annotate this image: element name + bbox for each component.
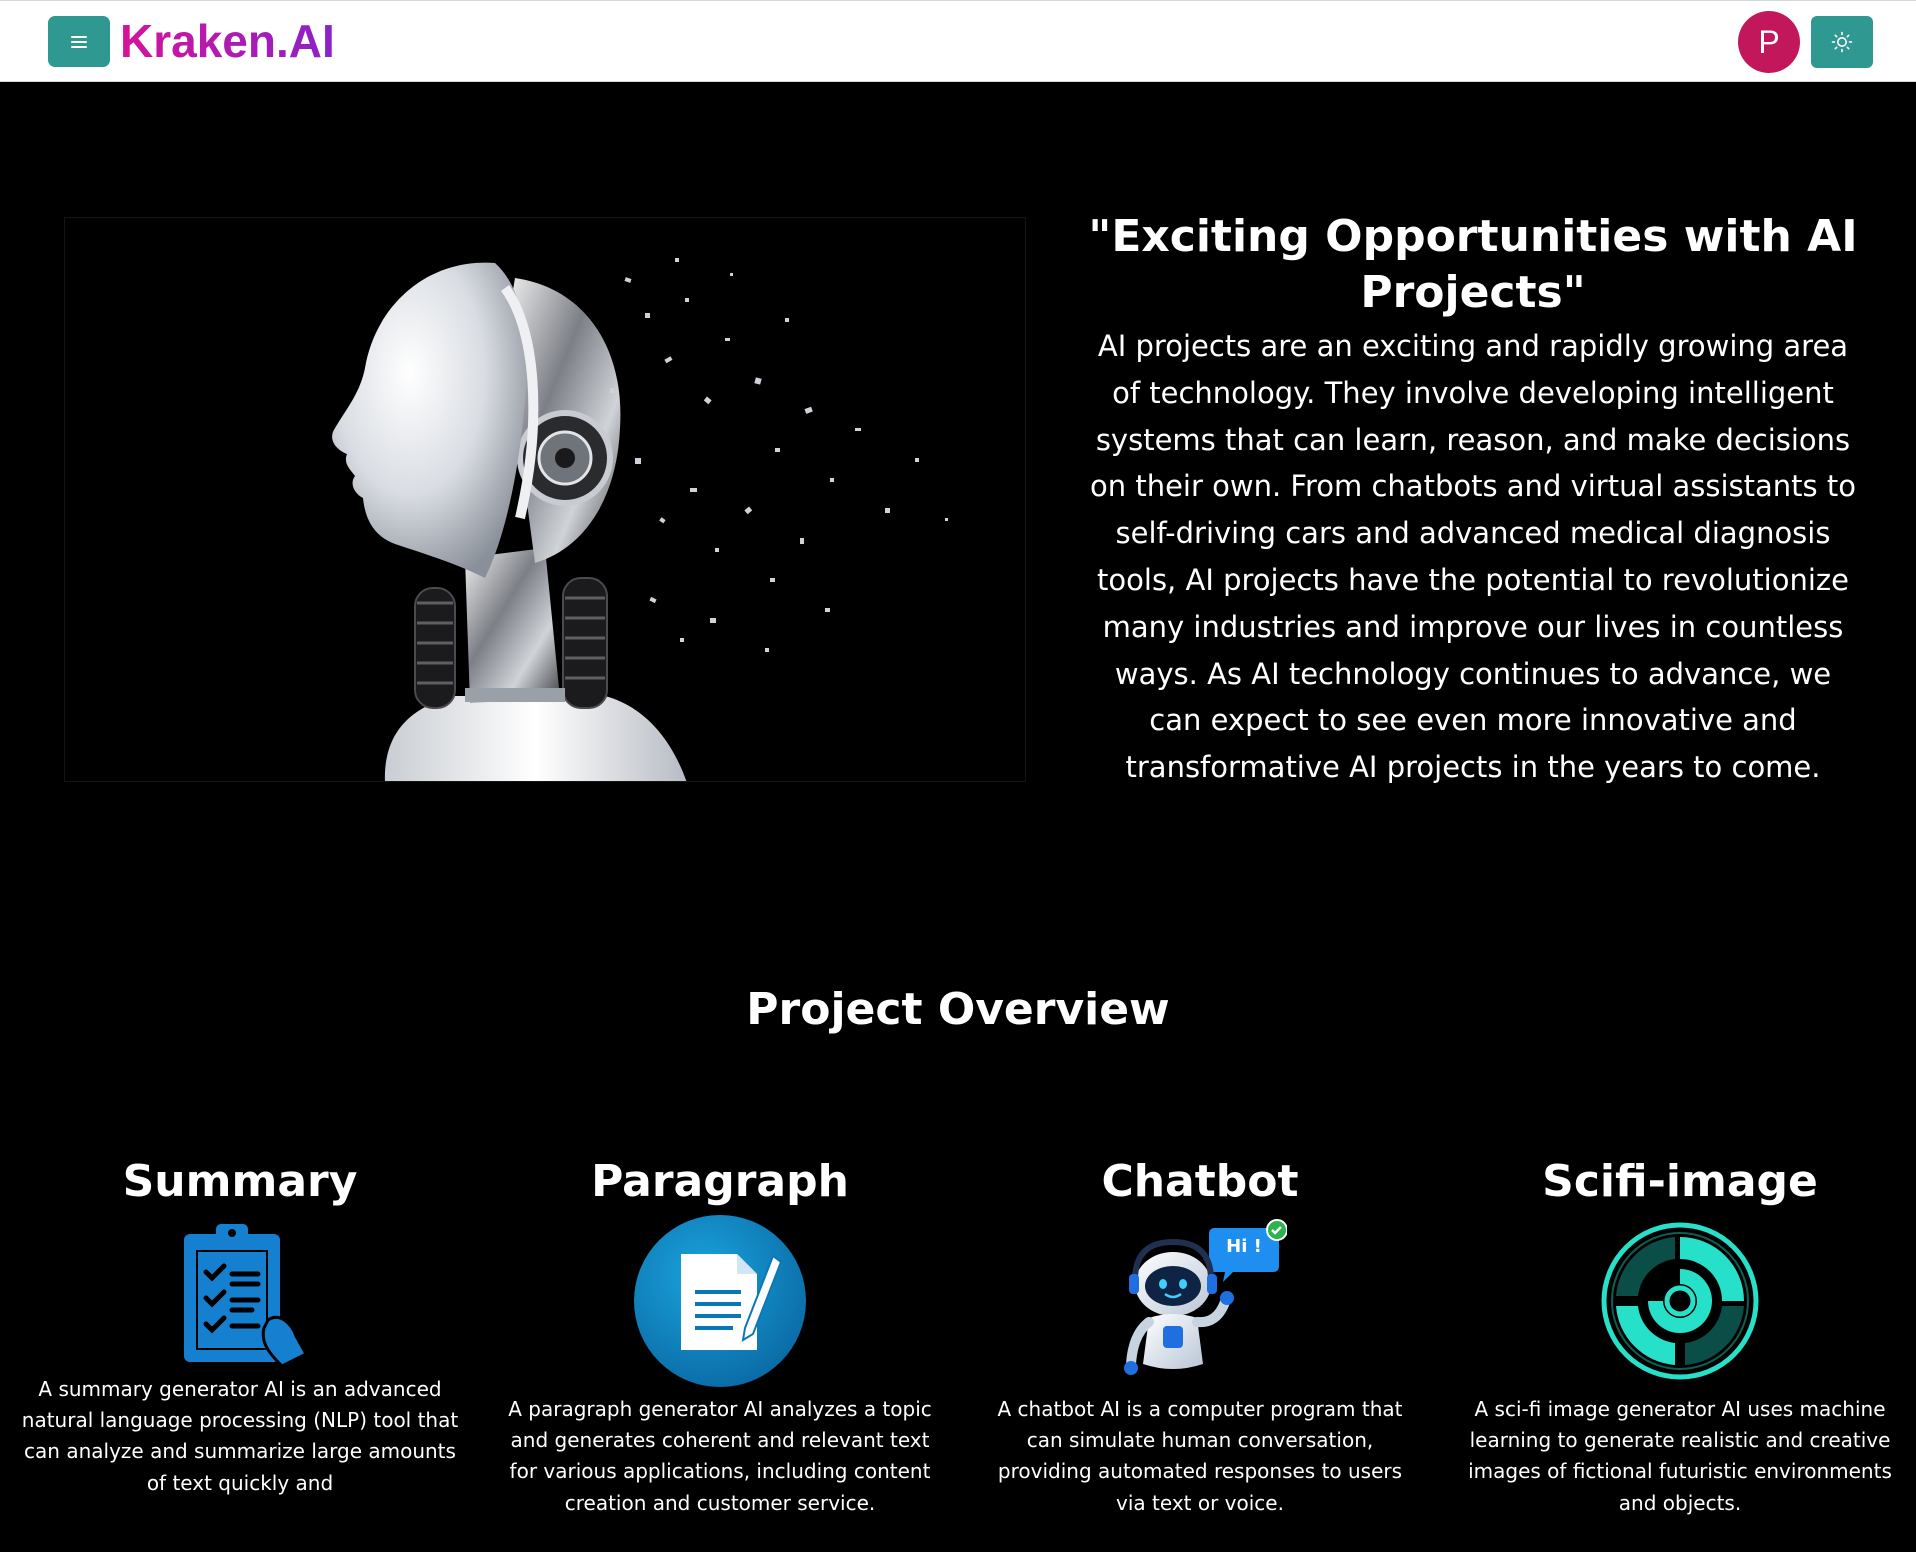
chat-bubble-text: Hi !: [1226, 1236, 1262, 1257]
top-navbar: Kraken.AI P: [0, 0, 1916, 82]
user-avatar[interactable]: P: [1738, 11, 1800, 73]
sun-icon: [1831, 31, 1853, 53]
card-description: A summary generator AI is an advanced na…: [21, 1377, 459, 1495]
project-card-scifi-image[interactable]: Scifi-image A sci-fi image generator AI …: [1460, 1152, 1900, 1519]
project-card-chatbot[interactable]: Chatbot Hi ! A chatbot AI is a computer …: [980, 1152, 1420, 1519]
project-card-paragraph[interactable]: Paragraph A paragraph generator AI analy…: [500, 1152, 940, 1519]
hamburger-icon: [71, 35, 87, 48]
card-title: Summary: [122, 1156, 358, 1207]
document-pen-icon: [634, 1215, 806, 1387]
project-overview-title: Project Overview: [746, 984, 1170, 1035]
card-title: Scifi-image: [1542, 1156, 1818, 1207]
card-title: Paragraph: [591, 1156, 849, 1207]
menu-button[interactable]: [48, 16, 110, 67]
hero-title: "Exciting Opportunities with AI Projects…: [1088, 211, 1858, 318]
project-card-summary[interactable]: Summary A summary generator AI is an adv…: [20, 1152, 460, 1499]
hero-image: [64, 217, 1026, 782]
brand-logo[interactable]: Kraken.AI: [120, 13, 335, 69]
card-description: A paragraph generator AI analyzes a topi…: [508, 1397, 932, 1515]
theme-toggle-button[interactable]: [1811, 16, 1873, 68]
scifi-circle-icon: [1601, 1222, 1759, 1380]
robot-head-image: [332, 258, 948, 781]
clipboard-checklist-icon: [184, 1224, 309, 1368]
card-description: A chatbot AI is a computer program that …: [997, 1397, 1403, 1515]
hero-description: AI projects are an exciting and rapidly …: [1090, 329, 1856, 785]
card-title: Chatbot: [1101, 1156, 1299, 1207]
hero-text: "Exciting Opportunities with AI Projects…: [1086, 209, 1860, 791]
card-description: A sci-fi image generator AI uses machine…: [1468, 1397, 1892, 1515]
